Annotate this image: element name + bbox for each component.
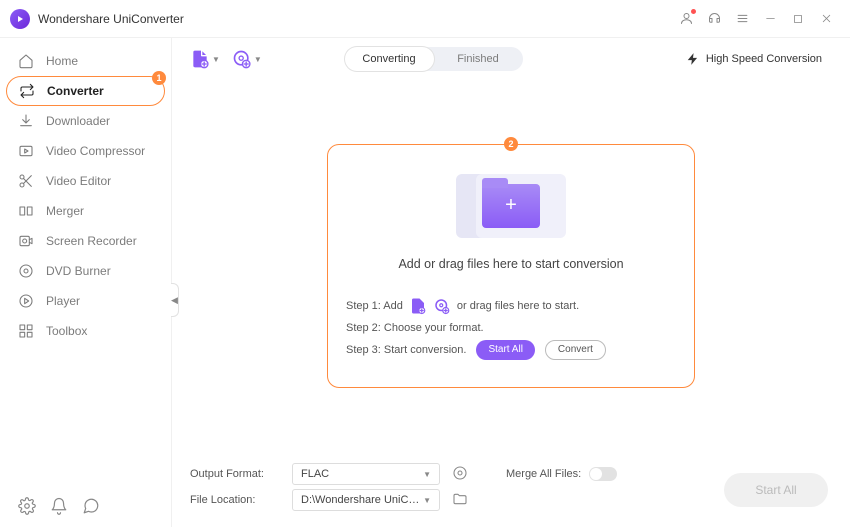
minimize-icon[interactable] <box>756 5 784 33</box>
workspace: 2 + Add or drag files here to start conv… <box>172 80 850 451</box>
open-folder-icon[interactable] <box>452 491 470 509</box>
scissors-icon <box>18 173 34 189</box>
file-location-value: D:\Wondershare UniConverter <box>301 494 423 506</box>
sidebar-item-label: Downloader <box>46 114 110 128</box>
sidebar-item-compressor[interactable]: Video Compressor <box>0 136 171 166</box>
app-title: Wondershare UniConverter <box>38 12 184 26</box>
step3-text: Step 3: Start conversion. <box>346 344 466 356</box>
sidebar-item-player[interactable]: Player <box>0 286 171 316</box>
conversion-tabs: Converting Finished <box>345 47 523 71</box>
start-all-button[interactable]: Start All <box>724 473 828 507</box>
merge-toggle[interactable] <box>589 467 617 481</box>
output-format-value: FLAC <box>301 468 329 480</box>
file-location-select[interactable]: D:\Wondershare UniConverter ▼ <box>292 489 440 511</box>
step-3: Step 3: Start conversion. Start All Conv… <box>346 339 676 361</box>
sidebar-item-recorder[interactable]: Screen Recorder <box>0 226 171 256</box>
tab-converting[interactable]: Converting <box>345 47 434 71</box>
step1-prefix: Step 1: Add <box>346 300 403 312</box>
close-icon[interactable] <box>812 5 840 33</box>
sidebar-item-label: Video Editor <box>46 174 111 188</box>
add-dvd-button[interactable]: ▼ <box>232 49 262 69</box>
grid-icon <box>18 323 34 339</box>
chevron-down-icon: ▼ <box>423 470 431 479</box>
add-dvd-icon <box>433 297 451 315</box>
titlebar: Wondershare UniConverter <box>0 0 850 38</box>
converter-icon <box>19 83 35 99</box>
recorder-icon <box>18 233 34 249</box>
maximize-icon[interactable] <box>784 5 812 33</box>
add-file-icon <box>409 297 427 315</box>
sidebar-item-merger[interactable]: Merger <box>0 196 171 226</box>
sidebar-item-editor[interactable]: Video Editor <box>0 166 171 196</box>
output-settings-icon[interactable] <box>452 465 470 483</box>
toolbar: ▼ ▼ Converting Finished High Speed Conve… <box>172 38 850 80</box>
output-format-label: Output Format: <box>190 468 280 480</box>
sidebar-item-label: Home <box>46 54 78 68</box>
sidebar-item-converter[interactable]: Converter 1 <box>6 76 165 106</box>
sidebar-item-toolbox[interactable]: Toolbox <box>0 316 171 346</box>
chevron-down-icon: ▼ <box>254 55 262 64</box>
step1-suffix: or drag files here to start. <box>457 300 579 312</box>
annotation-badge-2: 2 <box>504 137 518 151</box>
merge-label: Merge All Files: <box>506 468 581 480</box>
file-location-label: File Location: <box>190 494 280 506</box>
dropzone[interactable]: 2 + Add or drag files here to start conv… <box>327 144 695 388</box>
folder-graphic: + <box>346 161 676 251</box>
settings-icon[interactable] <box>18 497 36 515</box>
chevron-down-icon: ▼ <box>212 55 220 64</box>
sidebar-item-dvd[interactable]: DVD Burner <box>0 256 171 286</box>
disc-icon <box>18 263 34 279</box>
convert-button-inline[interactable]: Convert <box>545 340 606 360</box>
menu-icon[interactable] <box>728 5 756 33</box>
sidebar-item-label: Toolbox <box>46 324 87 338</box>
sidebar-item-label: Converter <box>47 84 104 98</box>
high-speed-conversion-button[interactable]: High Speed Conversion <box>676 49 832 69</box>
step-2: Step 2: Choose your format. <box>346 317 676 339</box>
merger-icon <box>18 203 34 219</box>
support-icon[interactable] <box>700 5 728 33</box>
start-all-button-inline[interactable]: Start All <box>476 340 534 360</box>
add-folder-icon: + <box>482 184 540 228</box>
high-speed-label: High Speed Conversion <box>706 53 822 65</box>
sidebar-item-label: DVD Burner <box>46 264 111 278</box>
annotation-badge-1: 1 <box>152 71 166 85</box>
tab-finished[interactable]: Finished <box>434 47 523 71</box>
lightning-icon <box>686 52 700 66</box>
download-icon <box>18 113 34 129</box>
output-format-select[interactable]: FLAC ▼ <box>292 463 440 485</box>
sidebar-item-downloader[interactable]: Downloader <box>0 106 171 136</box>
play-icon <box>18 293 34 309</box>
compressor-icon <box>18 143 34 159</box>
bell-icon[interactable] <box>50 497 68 515</box>
dropzone-text: Add or drag files here to start conversi… <box>346 257 676 271</box>
user-icon[interactable] <box>672 5 700 33</box>
sidebar-item-label: Video Compressor <box>46 144 145 158</box>
chevron-down-icon: ▼ <box>423 496 431 505</box>
sidebar-item-label: Screen Recorder <box>46 234 137 248</box>
bottom-panel: Output Format: FLAC ▼ Merge All Files: S… <box>172 451 850 527</box>
step-1: Step 1: Add or drag files here to start. <box>346 295 676 317</box>
app-logo <box>10 9 30 29</box>
notification-dot <box>691 9 696 14</box>
sidebar-item-label: Merger <box>46 204 84 218</box>
feedback-icon[interactable] <box>82 497 100 515</box>
sidebar-item-home[interactable]: Home <box>0 46 171 76</box>
sidebar: Home Converter 1 Downloader Video Compre… <box>0 38 172 527</box>
sidebar-item-label: Player <box>46 294 80 308</box>
home-icon <box>18 53 34 69</box>
add-file-button[interactable]: ▼ <box>190 49 220 69</box>
